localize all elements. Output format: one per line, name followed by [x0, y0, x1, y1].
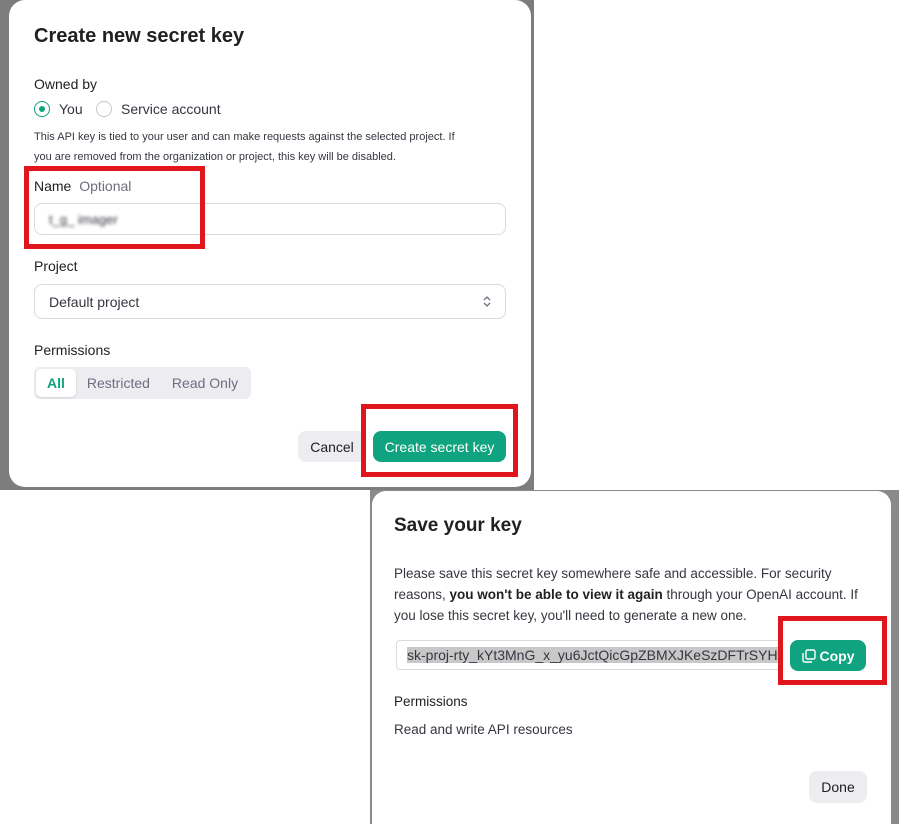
radio-unchecked-icon: [96, 101, 112, 117]
permissions-label: Permissions: [394, 694, 468, 709]
owner-option-you[interactable]: You: [34, 101, 83, 117]
highlight-box-create-button: [361, 404, 518, 477]
project-select[interactable]: Default project: [34, 284, 506, 319]
secret-key-field[interactable]: sk-proj-rty_kYt3MnG_x_yu6JctQicGpZBMXJKe…: [396, 640, 781, 670]
permissions-segmented-control: All Restricted Read Only: [34, 367, 252, 399]
highlight-box-name-field: [24, 166, 205, 249]
owned-by-label: Owned by: [34, 76, 98, 92]
done-button[interactable]: Done: [809, 771, 867, 803]
owner-option-label: Service account: [121, 101, 221, 117]
project-label: Project: [34, 258, 78, 274]
permission-option-all[interactable]: All: [36, 369, 76, 397]
cancel-button[interactable]: Cancel: [298, 431, 366, 462]
permission-option-restricted[interactable]: Restricted: [76, 369, 161, 397]
owner-option-service-account[interactable]: Service account: [96, 101, 221, 117]
highlight-box-copy-button: [778, 616, 887, 685]
dialog-title: Create new secret key: [34, 25, 245, 47]
secret-key-value: sk-proj-rty_kYt3MnG_x_yu6JctQicGpZBMXJKe…: [407, 647, 778, 663]
project-select-value: Default project: [49, 293, 140, 310]
permissions-value: Read and write API resources: [394, 722, 573, 737]
owner-note-line-1: This API key is tied to your user and ca…: [34, 131, 455, 143]
radio-checked-icon: [34, 101, 50, 117]
description-emphasis: you won't be able to view it again: [449, 587, 663, 602]
dialog-title: Save your key: [394, 515, 522, 536]
owner-option-label: You: [59, 101, 83, 117]
permission-option-read-only[interactable]: Read Only: [161, 369, 249, 397]
permissions-label: Permissions: [34, 342, 111, 358]
chevron-up-down-icon: [483, 295, 491, 308]
owner-note-line-2: you are removed from the organization or…: [34, 151, 396, 163]
